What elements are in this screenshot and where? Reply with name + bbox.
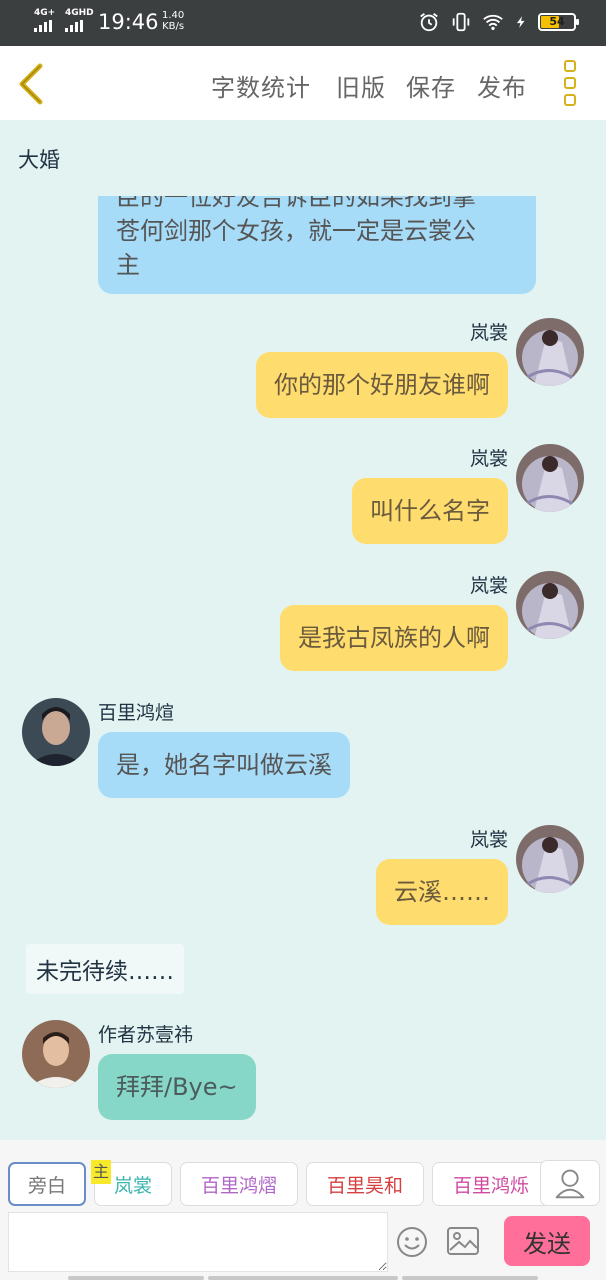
more-vertical-icon[interactable] — [564, 60, 582, 108]
clock: 19:46 — [98, 10, 159, 34]
avatar-lanshang[interactable] — [516, 825, 584, 893]
character-chip[interactable]: 百里昊和 — [306, 1162, 424, 1206]
message-bubble[interactable]: 云溪…… — [376, 859, 508, 925]
message-list[interactable]: 臣的一位好友告诉臣的如果找到掌 苍何剑那个女孩，就一定是云裳公 主 岚裳 你的那… — [0, 196, 606, 1140]
speaker-name: 百里鸿煊 — [98, 702, 175, 724]
network-speed-value: 1.40 — [162, 10, 185, 21]
message-row: 百里鸿煊 是，她名字叫做云溪 — [0, 696, 606, 800]
message-bubble[interactable]: 臣的一位好友告诉臣的如果找到掌 苍何剑那个女孩，就一定是云裳公 主 — [98, 196, 536, 294]
avatar-lanshang[interactable] — [516, 444, 584, 512]
send-button[interactable]: 发送 — [504, 1216, 590, 1266]
message-input[interactable] — [8, 1212, 388, 1272]
speaker-name: 岚裳 — [469, 448, 508, 470]
message-row: 岚裳 是我古凤族的人啊 — [0, 569, 606, 673]
avatar-lanshang[interactable] — [516, 571, 584, 639]
character-chip[interactable]: 百里鸿烁 — [432, 1162, 550, 1206]
speaker-name: 作者苏壹祎 — [98, 1024, 194, 1046]
smiley-icon[interactable] — [396, 1226, 428, 1258]
message-row: 岚裳 叫什么名字 — [0, 442, 606, 546]
editor-toolbar: 字数统计 旧版 保存 发布 — [0, 46, 606, 120]
alarm-icon — [420, 13, 438, 32]
message-line: 臣的一位好友告诉臣的如果找到掌 — [116, 196, 476, 211]
user-glyph-icon — [555, 1169, 585, 1199]
speaker-name: 岚裳 — [469, 322, 508, 344]
charging-icon — [516, 16, 525, 28]
signal-icon — [34, 20, 52, 32]
image-icon[interactable] — [446, 1226, 480, 1256]
message-line: 主 — [116, 251, 140, 279]
message-bubble[interactable]: 是我古凤族的人啊 — [280, 605, 508, 671]
message-bubble[interactable]: 是，她名字叫做云溪 — [98, 732, 350, 798]
message-row: 岚裳 你的那个好朋友谁啊 — [0, 316, 606, 420]
status-bar: 4G+ 4GHD 19:46 1.40 KB/s 54 — [0, 0, 606, 46]
narration-chip[interactable]: 旁白 — [8, 1162, 86, 1206]
wifi-icon — [483, 14, 503, 31]
speaker-name: 岚裳 — [469, 829, 508, 851]
status-icons: 54 — [418, 11, 579, 33]
publish-button[interactable]: 发布 — [477, 68, 527, 103]
chat-area[interactable]: 大婚 臣的一位好友告诉臣的如果找到掌 苍何剑那个女孩，就一定是云裳公 主 岚裳 … — [0, 120, 606, 1140]
signal-icon-2 — [65, 20, 83, 32]
message-row: 作者苏壹祎 拜拜/Bye~ — [0, 1018, 606, 1122]
avatar-lanshang[interactable] — [516, 318, 584, 386]
avatar-author[interactable] — [22, 1020, 90, 1088]
chapter-title: 大婚 — [18, 148, 60, 172]
main-character-badge: 主 — [91, 1160, 111, 1184]
avatar-baili-hongxuan[interactable] — [22, 698, 90, 766]
back-chevron-left-icon[interactable] — [14, 62, 50, 106]
battery-icon: 54 — [538, 13, 579, 31]
network-speed: 1.40 KB/s — [162, 10, 184, 32]
message-bubble[interactable]: 叫什么名字 — [352, 478, 508, 544]
message-bubble[interactable]: 你的那个好朋友谁啊 — [256, 352, 508, 418]
gesture-bar — [0, 1274, 606, 1280]
user-icon[interactable] — [540, 1160, 600, 1206]
network-type-2: 4GHD — [65, 8, 94, 18]
message-bubble[interactable]: 拜拜/Bye~ — [98, 1054, 256, 1120]
network-type-1: 4G+ — [34, 8, 56, 18]
message-row: 岚裳 云溪…… — [0, 823, 606, 927]
save-button[interactable]: 保存 — [406, 68, 456, 103]
network-speed-unit: KB/s — [162, 21, 185, 32]
character-chip[interactable]: 百里鸿熠 — [180, 1162, 298, 1206]
composer: 发送 — [0, 1210, 606, 1280]
narration-text[interactable]: 未完待续…… — [26, 944, 184, 994]
speaker-name: 岚裳 — [469, 575, 508, 597]
vibrate-icon — [452, 12, 470, 32]
old-version-button[interactable]: 旧版 — [336, 68, 386, 103]
battery-level: 54 — [549, 15, 565, 28]
word-count-button[interactable]: 字数统计 — [211, 68, 311, 103]
message-row: 臣的一位好友告诉臣的如果找到掌 苍何剑那个女孩，就一定是云裳公 主 — [0, 196, 606, 294]
message-line: 苍何剑那个女孩，就一定是云裳公 — [116, 217, 476, 245]
